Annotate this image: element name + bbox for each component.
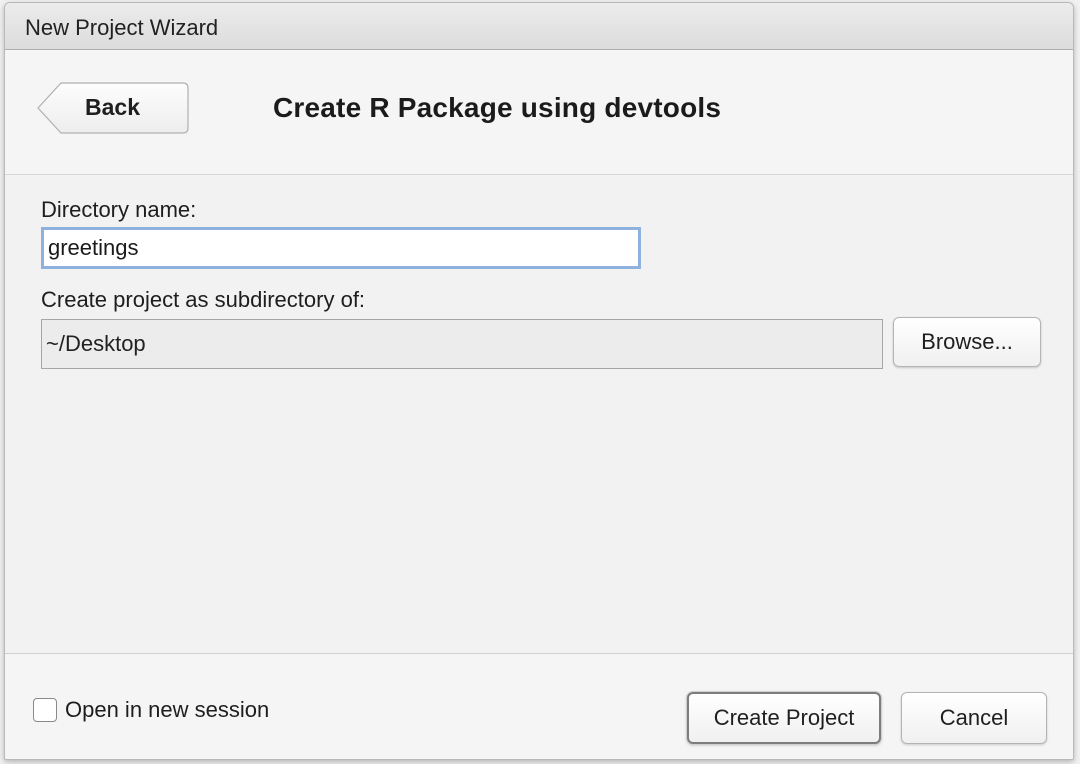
parent-directory-input[interactable] [41,319,883,369]
wizard-header: Back Create R Package using devtools [5,50,1073,175]
back-button[interactable]: Back [37,82,189,134]
open-in-new-session-checkbox[interactable] [33,698,57,722]
back-button-label: Back [85,94,140,120]
directory-name-input[interactable] [41,227,641,269]
open-in-new-session-label[interactable]: Open in new session [65,697,269,723]
wizard-body: Directory name: Create project as subdir… [5,175,1073,653]
new-project-wizard-dialog: New Project Wizard Back Create R Package… [4,2,1074,760]
directory-name-label: Directory name: [41,197,197,222]
create-project-button[interactable]: Create Project [687,692,881,744]
dialog-title: New Project Wizard [25,15,219,40]
cancel-button[interactable]: Cancel [901,692,1047,744]
parent-directory-label: Create project as subdirectory of: [41,287,366,312]
wizard-footer: Open in new session Create Project Cance… [5,653,1073,759]
browse-button[interactable]: Browse... [893,317,1041,367]
wizard-page-title: Create R Package using devtools [273,92,722,123]
dialog-titlebar[interactable]: New Project Wizard [5,3,1073,50]
